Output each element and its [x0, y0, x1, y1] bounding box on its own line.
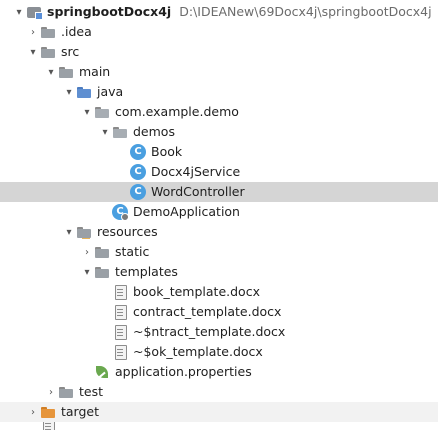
tree-row-target[interactable]: › target	[0, 402, 438, 422]
tree-row-temp-book[interactable]: ~$ok_template.docx	[0, 342, 438, 362]
folder-icon	[94, 264, 110, 280]
tree-row-templates[interactable]: ▾ templates	[0, 262, 438, 282]
java-class-icon: C	[130, 184, 146, 200]
tree-row-demos[interactable]: ▾ demos	[0, 122, 438, 142]
docx-file-icon	[112, 344, 128, 360]
tree-item-label: DemoApplication	[133, 204, 240, 219]
tree-row-static[interactable]: › static	[0, 242, 438, 262]
chevron-down-icon[interactable]: ▾	[62, 82, 76, 102]
java-class-icon: C	[130, 164, 146, 180]
package-icon	[94, 104, 110, 120]
tree-row-src[interactable]: ▾ src	[0, 42, 438, 62]
tree-item-label: book_template.docx	[133, 284, 260, 299]
tree-item-label: contract_template.docx	[133, 304, 282, 319]
tree-item-label: resources	[97, 224, 158, 239]
tree-item-label: test	[79, 384, 104, 399]
tree-item-label: ~$ntract_template.docx	[133, 324, 286, 339]
tree-row-package[interactable]: ▾ com.example.demo	[0, 102, 438, 122]
tree-row-contract-template[interactable]: contract_template.docx	[0, 302, 438, 322]
chevron-right-icon[interactable]: ›	[26, 402, 40, 422]
tree-item-label: Docx4jService	[151, 164, 241, 179]
tree-item-label: templates	[115, 264, 178, 279]
tree-item-label: .idea	[61, 24, 92, 39]
package-icon	[112, 124, 128, 140]
chevron-down-icon[interactable]: ▾	[80, 262, 94, 282]
tree-item-label: target	[61, 404, 100, 419]
folder-icon	[94, 244, 110, 260]
project-name: springbootDocx4j	[47, 4, 172, 19]
folder-icon	[58, 64, 74, 80]
docx-file-icon	[112, 304, 128, 320]
tree-item-label: WordController	[151, 184, 245, 199]
tree-row-book[interactable]: C Book	[0, 142, 438, 162]
tree-row-demoapplication[interactable]: C DemoApplication	[0, 202, 438, 222]
chevron-down-icon[interactable]: ▾	[26, 42, 40, 62]
tree-row-temp-contract[interactable]: ~$ntract_template.docx	[0, 322, 438, 342]
tree-row-application-properties[interactable]: application.properties	[0, 362, 438, 382]
tree-item-label: com.example.demo	[115, 104, 239, 119]
tree-item-label: application.properties	[115, 364, 252, 379]
chevron-down-icon[interactable]: ▾	[98, 122, 112, 142]
folder-icon	[58, 384, 74, 400]
file-icon	[40, 422, 56, 430]
tree-item-label: src	[61, 44, 80, 59]
tree-row-partial	[0, 422, 438, 430]
chevron-down-icon[interactable]: ▾	[44, 62, 58, 82]
docx-file-icon	[112, 284, 128, 300]
spring-boot-app-class-icon: C	[112, 204, 129, 221]
chevron-right-icon[interactable]: ›	[80, 242, 94, 262]
tree-row-java[interactable]: ▾ java	[0, 82, 438, 102]
tree-row-main[interactable]: ▾ main	[0, 62, 438, 82]
tree-row-resources[interactable]: ▾ resources	[0, 222, 438, 242]
tree-row-wordcontroller[interactable]: C WordController	[0, 182, 438, 202]
folder-icon	[40, 44, 56, 60]
chevron-right-icon[interactable]: ›	[26, 22, 40, 42]
tree-item-label: java	[97, 84, 124, 99]
tree-row-test[interactable]: › test	[0, 382, 438, 402]
tree-item-label: ~$ok_template.docx	[133, 344, 263, 359]
tree-item-label: static	[115, 244, 150, 259]
chevron-down-icon[interactable]: ▾	[80, 102, 94, 122]
excluded-folder-icon	[40, 404, 56, 420]
tree-row-docx4jservice[interactable]: C Docx4jService	[0, 162, 438, 182]
java-class-icon: C	[130, 144, 146, 160]
spring-properties-icon	[94, 364, 110, 380]
module-icon	[26, 4, 43, 20]
docx-file-icon	[112, 324, 128, 340]
chevron-right-icon[interactable]: ›	[44, 382, 58, 402]
source-folder-icon	[76, 84, 92, 100]
tree-row-book-template[interactable]: book_template.docx	[0, 282, 438, 302]
folder-icon	[40, 24, 56, 40]
project-path: D:\IDEANew\69Docx4j\springbootDocx4j	[179, 4, 432, 19]
tree-row-idea[interactable]: › .idea	[0, 22, 438, 42]
tree-item-label: main	[79, 64, 111, 79]
chevron-down-icon[interactable]: ▾	[62, 222, 76, 242]
resources-folder-icon	[76, 224, 92, 240]
chevron-down-icon[interactable]: ▾	[12, 2, 26, 22]
tree-row-root[interactable]: ▾ springbootDocx4j D:\IDEANew\69Docx4j\s…	[0, 2, 438, 22]
tree-item-label: demos	[133, 124, 175, 139]
tree-item-label: Book	[151, 144, 183, 159]
